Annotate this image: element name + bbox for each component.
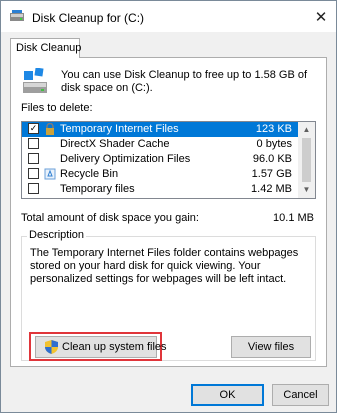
file-name: DirectX Shader Cache <box>60 138 170 150</box>
file-size: 123 KB <box>255 123 292 135</box>
clean-up-system-files-button[interactable]: Clean up system files <box>35 336 167 358</box>
clean-up-system-files-label: Clean up system files <box>62 341 167 353</box>
list-scrollbar[interactable]: ▲ ▼ <box>298 122 315 198</box>
intro-text: You can use Disk Cleanup to free up to 1… <box>61 69 308 94</box>
list-item[interactable]: DirectX Shader Cache 0 bytes <box>22 137 300 152</box>
files-list[interactable]: ✓ Temporary Internet Files 123 KB Direct… <box>21 121 316 199</box>
description-text: The Temporary Internet Files folder cont… <box>30 247 299 285</box>
disk-cleanup-icon <box>10 10 24 21</box>
lock-icon <box>46 123 54 135</box>
file-size: 0 bytes <box>256 138 292 150</box>
close-button[interactable]: ✕ <box>306 1 336 32</box>
files-to-delete-label: Files to delete: <box>21 102 93 114</box>
total-space-value: 10.1 MB <box>273 212 314 224</box>
close-icon: ✕ <box>314 8 328 26</box>
checkbox[interactable]: ✓ <box>28 123 39 134</box>
checkbox[interactable] <box>28 138 39 149</box>
checkbox[interactable] <box>28 153 39 164</box>
ok-button[interactable]: OK <box>191 384 264 406</box>
list-item[interactable]: Delivery Optimization Files 96.0 KB <box>22 152 300 167</box>
window-title: Disk Cleanup for (C:) <box>32 11 145 25</box>
file-name: Delivery Optimization Files <box>60 153 191 165</box>
recycle-bin-icon <box>44 168 56 180</box>
hard-drive-icon <box>23 68 47 93</box>
file-size: 1.42 MB <box>251 183 292 195</box>
description-legend: Description <box>27 229 87 241</box>
tab-disk-cleanup[interactable]: Disk Cleanup <box>10 38 81 58</box>
list-item[interactable]: ✓ Temporary Internet Files 123 KB <box>22 122 300 137</box>
file-name: Temporary files <box>60 183 135 195</box>
list-item[interactable]: Temporary files 1.42 MB <box>22 182 300 197</box>
file-size: 1.57 GB <box>251 168 292 180</box>
file-size: 96.0 KB <box>252 153 292 165</box>
checkbox[interactable] <box>28 168 39 179</box>
checkbox[interactable] <box>28 183 39 194</box>
scroll-down-arrow-icon[interactable]: ▼ <box>298 182 315 198</box>
uac-shield-icon <box>45 340 58 354</box>
scroll-up-arrow-icon[interactable]: ▲ <box>298 122 315 138</box>
cancel-button[interactable]: Cancel <box>272 384 329 406</box>
tab-panel: You can use Disk Cleanup to free up to 1… <box>10 57 327 367</box>
title-bar[interactable]: Disk Cleanup for (C:) ✕ <box>1 1 336 32</box>
file-name: Temporary Internet Files <box>60 123 179 135</box>
list-item[interactable]: Recycle Bin 1.57 GB <box>22 167 300 182</box>
total-space-label: Total amount of disk space you gain: <box>21 212 199 224</box>
scroll-thumb[interactable] <box>302 138 311 182</box>
view-files-button[interactable]: View files <box>231 336 311 358</box>
disk-cleanup-window: Disk Cleanup for (C:) ✕ Disk Cleanup You… <box>0 0 337 413</box>
file-name: Recycle Bin <box>60 168 119 180</box>
